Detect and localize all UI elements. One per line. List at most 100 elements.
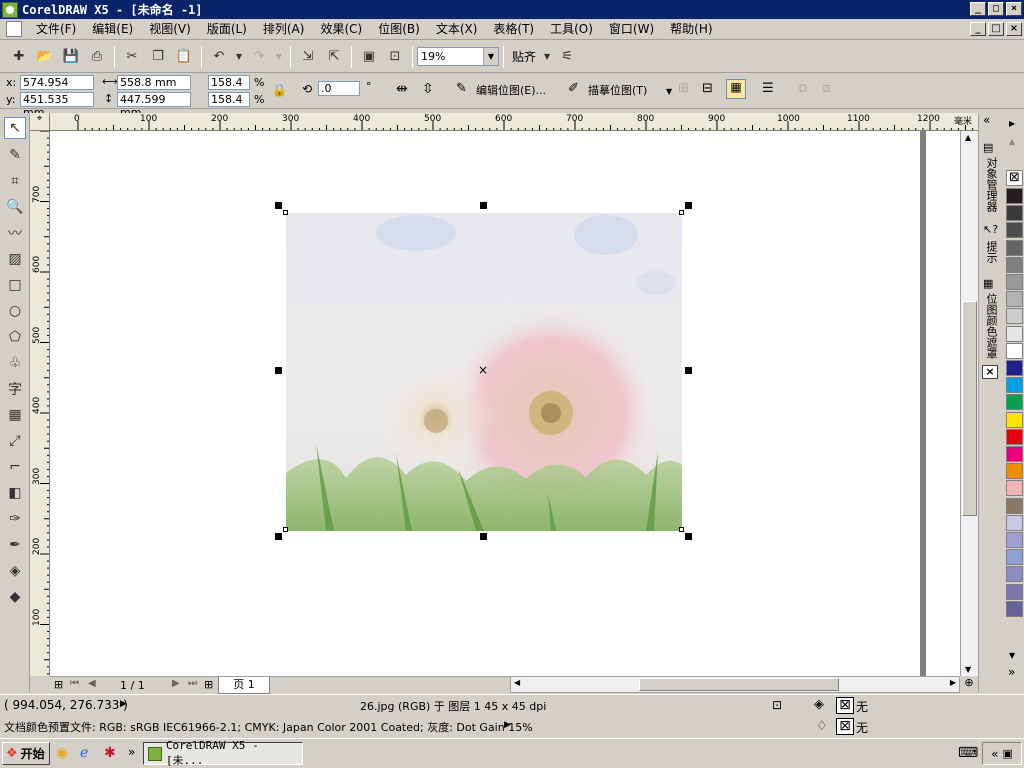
node-handle[interactable] — [283, 210, 288, 215]
interactive-fill-tool-icon[interactable]: ◆ — [4, 586, 26, 608]
new-document-icon[interactable]: ✚ — [8, 46, 30, 68]
bitmap-color-mask-icon[interactable]: ▦ — [726, 79, 746, 99]
welcome-screen-icon[interactable]: ⊡ — [384, 46, 406, 68]
snap-dropdown-icon[interactable]: ▼ — [542, 46, 552, 68]
eyedropper-tool-icon[interactable]: ✑ — [4, 508, 26, 530]
menu-window[interactable]: 窗口(W) — [601, 19, 662, 39]
y-position-field[interactable]: 451.535 mm — [20, 92, 94, 119]
redo-icon[interactable]: ↷ — [248, 46, 270, 68]
first-page-icon[interactable]: ⏮ — [70, 678, 79, 689]
scroll-down-icon[interactable]: ▼ — [965, 665, 971, 674]
save-icon[interactable]: 💾 — [60, 46, 82, 68]
no-color-swatch[interactable]: ⊠ — [1006, 170, 1023, 186]
color-swatch[interactable] — [1006, 532, 1023, 548]
horizontal-scrollbar[interactable]: ◀ ▶ — [510, 676, 960, 693]
to-back-icon[interactable]: ⧈ — [822, 81, 830, 96]
selection-handle-top-left[interactable] — [275, 202, 282, 209]
start-button[interactable]: ❖ 开始 — [2, 742, 50, 765]
horizontal-scroll-thumb[interactable] — [639, 678, 839, 691]
color-swatch[interactable] — [1006, 342, 1023, 359]
color-swatch[interactable] — [1006, 188, 1023, 204]
outline-tool-icon[interactable]: ✒ — [4, 534, 26, 556]
undo-icon[interactable]: ↶ — [208, 46, 230, 68]
drawing-canvas[interactable]: × — [50, 131, 960, 676]
selection-handle-top[interactable] — [480, 202, 487, 209]
color-swatch[interactable] — [1006, 239, 1023, 256]
connector-tool-icon[interactable]: ⌐ — [4, 456, 26, 478]
scale-width-field[interactable]: 158.4 — [208, 75, 250, 90]
selection-handle-right[interactable] — [685, 367, 692, 374]
menu-tools[interactable]: 工具(O) — [542, 19, 601, 39]
options-icon[interactable]: ⚟ — [556, 46, 578, 68]
menu-text[interactable]: 文本(X) — [428, 19, 486, 39]
crop-bitmap-icon[interactable]: ⊞ — [678, 81, 689, 96]
object-manager-icon[interactable]: ▤ — [983, 141, 993, 154]
node-handle[interactable] — [679, 527, 684, 532]
wrap-text-icon[interactable]: ☰ — [762, 81, 774, 96]
print-icon[interactable]: ⎙ — [86, 46, 108, 68]
fill-bucket-icon[interactable]: ◈ — [814, 697, 824, 712]
outline-pen-icon[interactable]: ♢ — [816, 719, 828, 734]
menu-help[interactable]: 帮助(H) — [662, 19, 720, 39]
tray-app-icon[interactable]: ▣ — [1002, 747, 1012, 760]
snap-to-label[interactable]: 贴齐 — [508, 48, 540, 65]
lock-ratio-icon[interactable]: 🔒 — [272, 83, 287, 97]
ellipse-tool-icon[interactable]: ○ — [4, 300, 26, 322]
close-button[interactable]: × — [1006, 2, 1022, 16]
color-swatch[interactable] — [1006, 205, 1023, 222]
tab-bitmap-color-mask[interactable]: 位图颜色遮罩 — [981, 293, 1001, 365]
color-swatch[interactable] — [1006, 446, 1023, 462]
color-swatch[interactable] — [1006, 274, 1023, 290]
outline-none-swatch[interactable]: ⊠ — [836, 718, 854, 735]
copy-icon[interactable]: ❐ — [147, 46, 169, 68]
dimension-tool-icon[interactable]: ⤢ — [4, 430, 26, 452]
horizontal-ruler[interactable]: 0 100 200 300 400 500 600 700 800 900 10… — [50, 113, 978, 131]
navigator-zoom-icon[interactable]: ⊕ — [960, 676, 978, 693]
color-swatch[interactable] — [1006, 480, 1023, 497]
selection-handle-bottom-left[interactable] — [275, 533, 282, 540]
menu-table[interactable]: 表格(T) — [485, 19, 542, 39]
menu-file[interactable]: 文件(F) — [28, 19, 84, 39]
basic-shapes-tool-icon[interactable]: ♧ — [4, 352, 26, 374]
page-tab-1[interactable]: 页 1 — [218, 677, 270, 694]
color-swatch[interactable] — [1006, 566, 1023, 583]
maximize-button[interactable]: □ — [988, 2, 1004, 16]
document-icon[interactable] — [6, 21, 22, 37]
node-handle[interactable] — [283, 527, 288, 532]
zoom-tool-icon[interactable]: 🔍 — [4, 196, 26, 218]
color-swatch[interactable] — [1006, 428, 1023, 445]
tab-hints[interactable]: 提示 — [981, 241, 1001, 271]
color-swatch[interactable] — [1006, 256, 1023, 273]
hints-icon[interactable]: ↖? — [983, 223, 998, 236]
palette-scroll-up-icon[interactable]: ▶ — [1009, 119, 1015, 128]
close-docker-icon[interactable]: × — [982, 365, 998, 379]
selection-handle-top-right[interactable] — [685, 202, 692, 209]
doc-minimize-button[interactable]: _ — [970, 22, 986, 36]
vertical-ruler[interactable]: 700 600 500 400 300 200 100 — [30, 131, 50, 676]
coreldraw-app-icon[interactable] — [2, 1, 18, 18]
blend-tool-icon[interactable]: ◧ — [4, 482, 26, 504]
last-page-icon[interactable]: ⏭ — [188, 678, 197, 689]
bitmap-mask-icon[interactable]: ▦ — [983, 277, 993, 290]
color-swatch[interactable] — [1006, 308, 1023, 325]
color-swatch[interactable] — [1006, 600, 1023, 617]
scale-height-field[interactable]: 158.4 — [208, 92, 250, 107]
color-swatch[interactable] — [1006, 583, 1023, 600]
text-tool-icon[interactable]: 字 — [4, 378, 26, 400]
trace-bitmap-icon[interactable]: ✐ — [568, 81, 579, 96]
system-tray[interactable]: « ▣ — [982, 742, 1022, 765]
menu-effects[interactable]: 效果(C) — [312, 19, 370, 39]
menu-bitmaps[interactable]: 位图(B) — [370, 19, 428, 39]
selection-handle-bottom-right[interactable] — [685, 533, 692, 540]
color-swatch[interactable] — [1006, 514, 1023, 531]
prev-page-icon[interactable]: ◀ — [88, 678, 96, 689]
palette-scroll-down-icon[interactable]: ▼ — [1009, 651, 1015, 660]
paste-icon[interactable]: 📋 — [173, 46, 195, 68]
quicklaunch-more-icon[interactable]: » — [128, 745, 135, 759]
vertical-scroll-thumb[interactable] — [962, 301, 977, 516]
chevron-down-icon[interactable]: ▼ — [483, 48, 498, 65]
tab-object-manager[interactable]: 对象管理器 — [981, 157, 1001, 219]
doc-close-button[interactable]: × — [1006, 22, 1022, 36]
add-page-after-icon[interactable]: ⊞ — [204, 678, 213, 691]
zoom-level-select[interactable]: 19% ▼ — [417, 47, 499, 66]
